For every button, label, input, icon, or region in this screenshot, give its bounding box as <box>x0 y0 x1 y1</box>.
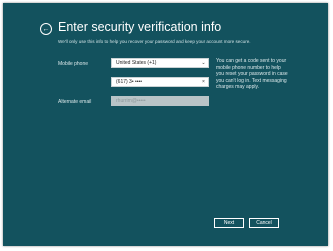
country-select[interactable]: United States (+1) ⌄ <box>111 58 209 68</box>
next-label: Next <box>223 220 235 226</box>
close-icon[interactable]: × <box>199 79 208 85</box>
country-value: United States (+1) <box>116 60 157 66</box>
cancel-label: Cancel <box>256 220 272 226</box>
phone-input[interactable]: (617) 3• •••• × <box>111 77 209 87</box>
phone-value: (617) 3• •••• <box>116 79 142 85</box>
back-button[interactable]: ← <box>40 23 52 35</box>
next-button[interactable]: Next <box>214 218 244 228</box>
page-title: Enter security verification info <box>58 20 222 34</box>
verification-screen: ← Enter security verification info We'll… <box>3 3 328 246</box>
cancel-button[interactable]: Cancel <box>249 218 279 228</box>
page-subtitle: We'll only use this info to help you rec… <box>58 39 251 44</box>
alternate-email-label: Alternate email <box>58 99 92 105</box>
alternate-email-value: rhurrim@••••• <box>116 98 146 104</box>
help-text: You can get a code sent to your mobile p… <box>216 58 288 91</box>
chevron-down-icon: ⌄ <box>201 60 206 66</box>
alternate-email-field[interactable]: rhurrim@••••• <box>111 96 209 106</box>
arrow-left-icon: ← <box>42 25 50 33</box>
mobile-phone-label: Mobile phone <box>58 61 89 67</box>
